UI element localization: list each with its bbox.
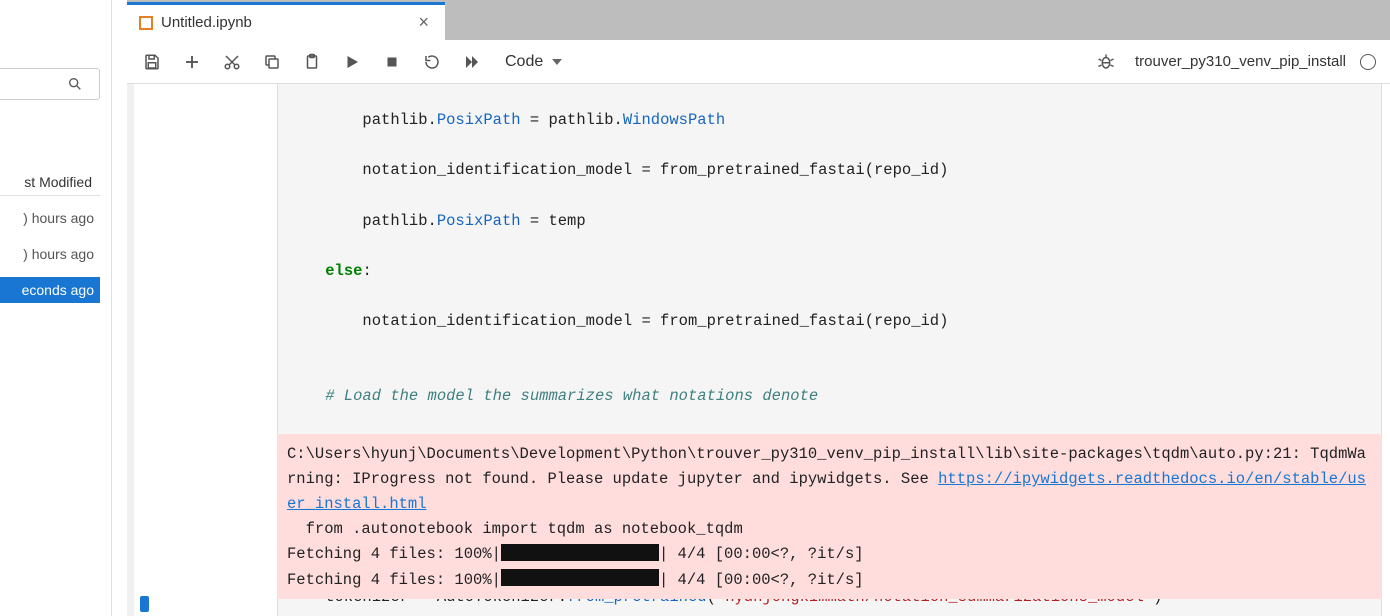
paste-button[interactable] <box>301 51 323 73</box>
progress-text: Fetching 4 files: 100%| <box>287 545 501 563</box>
tab-title-text: Untitled.ipynb <box>161 14 252 31</box>
output-line: from .autonotebook import tqdm as notebo… <box>287 520 743 538</box>
filter-input[interactable] <box>0 68 100 100</box>
run-button[interactable] <box>341 51 363 73</box>
file-row[interactable]: ) hours ago <box>0 241 100 267</box>
vertical-scrollbar[interactable] <box>127 84 149 616</box>
tab-bar: Untitled.ipynb × <box>127 0 1390 40</box>
copy-button[interactable] <box>261 51 283 73</box>
progress-bar <box>501 544 659 561</box>
progress-suffix: | 4/4 [00:00<?, ?it/s] <box>659 545 864 563</box>
interrupt-button[interactable] <box>381 51 403 73</box>
restart-button[interactable] <box>421 51 443 73</box>
save-button[interactable] <box>141 51 163 73</box>
kernel-status-icon <box>1360 54 1376 70</box>
search-icon <box>67 76 83 92</box>
cell-type-dropdown[interactable]: Code <box>501 49 568 74</box>
file-row[interactable]: ) hours ago <box>0 205 100 231</box>
progress-text: Fetching 4 files: 100%| <box>287 571 501 589</box>
notebook-tab[interactable]: Untitled.ipynb × <box>127 2 445 40</box>
debugger-button[interactable] <box>1095 51 1117 73</box>
file-browser-panel: st Modified ) hours ago ) hours ago econ… <box>0 0 112 616</box>
notebook-area: pathlib.PosixPath = pathlib.WindowsPath … <box>127 84 1390 616</box>
insert-cell-button[interactable] <box>181 51 203 73</box>
close-icon[interactable]: × <box>414 12 433 33</box>
cut-button[interactable] <box>221 51 243 73</box>
progress-suffix: | 4/4 [00:00<?, ?it/s] <box>659 571 864 589</box>
restart-run-all-button[interactable] <box>461 51 483 73</box>
vscroll-thumb[interactable] <box>140 596 149 612</box>
cell-output-stderr: C:\Users\hyunj\Documents\Development\Pyt… <box>277 434 1382 599</box>
kernel-name[interactable]: trouver_py310_venv_pip_install <box>1135 53 1346 70</box>
cell-type-select[interactable]: Code <box>501 49 568 74</box>
column-header-modified[interactable]: st Modified <box>0 168 100 196</box>
progress-bar <box>501 569 659 586</box>
notebook-toolbar: Code trouver_py310_venv_pip_install <box>127 40 1390 84</box>
file-row-active[interactable]: econds ago <box>0 277 100 303</box>
notebook-icon <box>139 16 153 30</box>
